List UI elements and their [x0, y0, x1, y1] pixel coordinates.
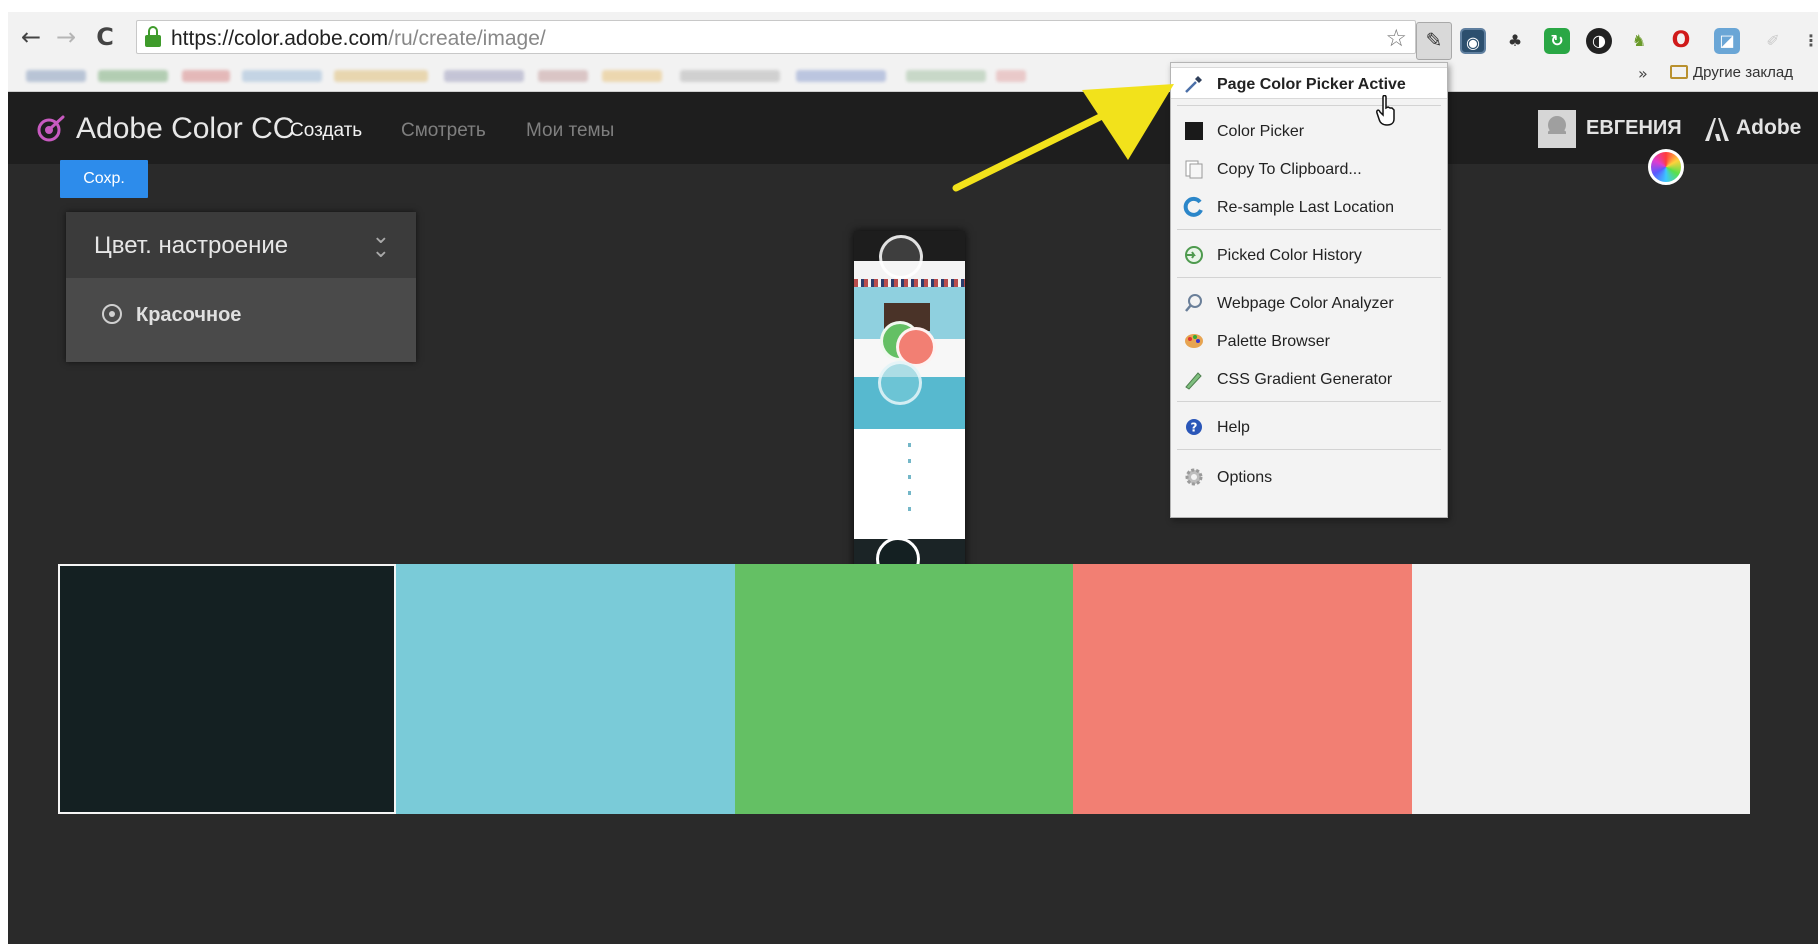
menu-item-resample[interactable]: Re-sample Last Location	[1171, 191, 1447, 223]
mood-option-colorful[interactable]: Красочное	[102, 304, 241, 327]
back-button[interactable]: ←	[18, 24, 44, 50]
menu-divider	[1177, 449, 1441, 450]
menu-item-label: Options	[1217, 469, 1273, 486]
menu-item-label: Re-sample Last Location	[1217, 199, 1394, 216]
menu-item-label: Webpage Color Analyzer	[1217, 295, 1394, 312]
palette-icon	[1185, 334, 1203, 348]
color-marker-light[interactable]	[879, 235, 923, 279]
lock-icon	[145, 26, 161, 48]
menu-item-palette-browser[interactable]: Palette Browser	[1171, 325, 1447, 357]
menu-item-help[interactable]: ? Help	[1171, 411, 1447, 443]
color-mood-header[interactable]: Цвет. настроение ⌄ ⌄	[66, 212, 416, 278]
resample-icon	[1183, 196, 1203, 217]
other-bookmarks-folder[interactable]: Другие заклад	[1670, 64, 1793, 81]
menu-item-label: Copy To Clipboard...	[1217, 161, 1362, 178]
url-host: https://color.adobe.com	[171, 27, 389, 50]
eyedropper-icon	[1185, 76, 1202, 93]
other-bookmarks-label: Другие заклад	[1693, 64, 1793, 81]
annotation-arrow-icon	[952, 84, 1174, 192]
camera-extension-icon[interactable]: ◉	[1460, 28, 1486, 54]
bookmarks-overflow-button[interactable]: »	[1638, 64, 1648, 83]
menu-item-history[interactable]: Picked Color History	[1171, 239, 1447, 271]
menu-item-label: Page Color Picker Active	[1217, 76, 1406, 93]
menu-item-label: Color Picker	[1217, 123, 1305, 140]
help-icon: ?	[1186, 419, 1202, 435]
swatch-1[interactable]	[58, 564, 397, 814]
swatch-3[interactable]	[734, 564, 1074, 814]
hand-cursor-icon	[1376, 95, 1395, 126]
url-path: /ru/create/image/	[388, 27, 546, 50]
evernote-extension-icon[interactable]: ♞	[1626, 28, 1652, 54]
avatar[interactable]	[1538, 110, 1576, 148]
pen-extension-icon[interactable]: ✐	[1760, 28, 1786, 54]
svg-text:?: ?	[1191, 421, 1198, 435]
url-text: https://color.adobe.com/ru/create/image/	[171, 27, 546, 51]
color-wheel-icon[interactable]	[1648, 149, 1684, 185]
menu-divider	[1177, 401, 1441, 402]
adobe-color-logo-icon	[37, 115, 65, 142]
puzzle-extension-icon[interactable]: ♣	[1502, 28, 1528, 54]
menu-item-css-gradient[interactable]: CSS Gradient Generator	[1171, 363, 1447, 395]
menu-item-color-picker[interactable]: Color Picker	[1171, 115, 1447, 147]
double-chevron-down-icon[interactable]: ⌄ ⌄	[372, 226, 390, 262]
menu-item-copy-clipboard[interactable]: Copy To Clipboard...	[1171, 153, 1447, 185]
clipboard-icon	[1185, 160, 1203, 179]
color-marker-blue[interactable]	[878, 361, 922, 405]
folder-icon	[1670, 65, 1688, 79]
speed-extension-icon[interactable]: ◑	[1586, 28, 1612, 54]
menu-divider	[1177, 105, 1441, 106]
menu-item-label: Help	[1217, 419, 1250, 436]
color-picker-extension-icon[interactable]: ✎	[1416, 22, 1452, 60]
browser-toolbar: ← → C https://color.adobe.com/ru/create/…	[8, 12, 1818, 92]
history-icon	[1185, 246, 1203, 264]
menu-item-page-color-picker[interactable]: Page Color Picker Active	[1171, 67, 1447, 99]
nav-explore[interactable]: Смотреть	[401, 120, 486, 142]
adobe-color-app: Adobe Color CC Создать Смотреть Мои темы…	[8, 92, 1818, 944]
gear-icon	[1185, 468, 1203, 486]
sync-extension-icon[interactable]: ↻	[1544, 28, 1570, 54]
swatch-4[interactable]	[1073, 564, 1412, 814]
nav-create[interactable]: Создать	[290, 120, 362, 142]
app-header: Adobe Color CC Создать Смотреть Мои темы…	[8, 92, 1818, 164]
adobe-label[interactable]: Adobe	[1736, 116, 1801, 140]
color-picker-extension-menu: Page Color Picker Active Color Picker Co…	[1170, 62, 1448, 518]
nav-my-themes[interactable]: Мои темы	[526, 120, 614, 142]
menu-item-webpage-analyzer[interactable]: Webpage Color Analyzer	[1171, 287, 1447, 319]
mood-option-label: Красочное	[136, 304, 242, 326]
menu-divider	[1177, 229, 1441, 230]
magnifier-icon	[1185, 294, 1202, 312]
address-bar[interactable]: https://color.adobe.com/ru/create/image/…	[136, 20, 1416, 54]
forward-button[interactable]: →	[53, 24, 79, 50]
menu-item-options[interactable]: Options	[1171, 461, 1447, 493]
color-palette	[58, 564, 1751, 814]
opera-extension-icon[interactable]: O	[1668, 28, 1694, 54]
reload-button[interactable]: C	[92, 24, 118, 50]
chrome-menu-icon[interactable]: ⋮	[1798, 28, 1818, 54]
swatch-5[interactable]	[1411, 564, 1751, 814]
save-button[interactable]: Сохр.	[60, 160, 148, 198]
radio-icon[interactable]	[102, 304, 122, 324]
source-image-thumbnail[interactable]	[854, 231, 965, 606]
adobe-logo-icon[interactable]	[1702, 114, 1732, 144]
black-square-icon	[1185, 122, 1203, 140]
menu-item-label: Picked Color History	[1217, 247, 1362, 264]
brand-title: Adobe Color CC	[76, 112, 295, 145]
color-mood-panel: Цвет. настроение ⌄ ⌄ Красочное	[66, 212, 416, 362]
translate-extension-icon[interactable]: ◪	[1714, 28, 1740, 54]
bookmark-star-icon[interactable]: ☆	[1385, 24, 1407, 52]
menu-item-label: CSS Gradient Generator	[1217, 371, 1393, 388]
gradient-pen-icon	[1185, 372, 1202, 390]
menu-item-label: Palette Browser	[1217, 333, 1330, 350]
user-name[interactable]: ЕВГЕНИЯ	[1586, 117, 1682, 140]
color-mood-title: Цвет. настроение	[94, 232, 289, 259]
menu-divider	[1177, 277, 1441, 278]
swatch-2[interactable]	[396, 564, 735, 814]
